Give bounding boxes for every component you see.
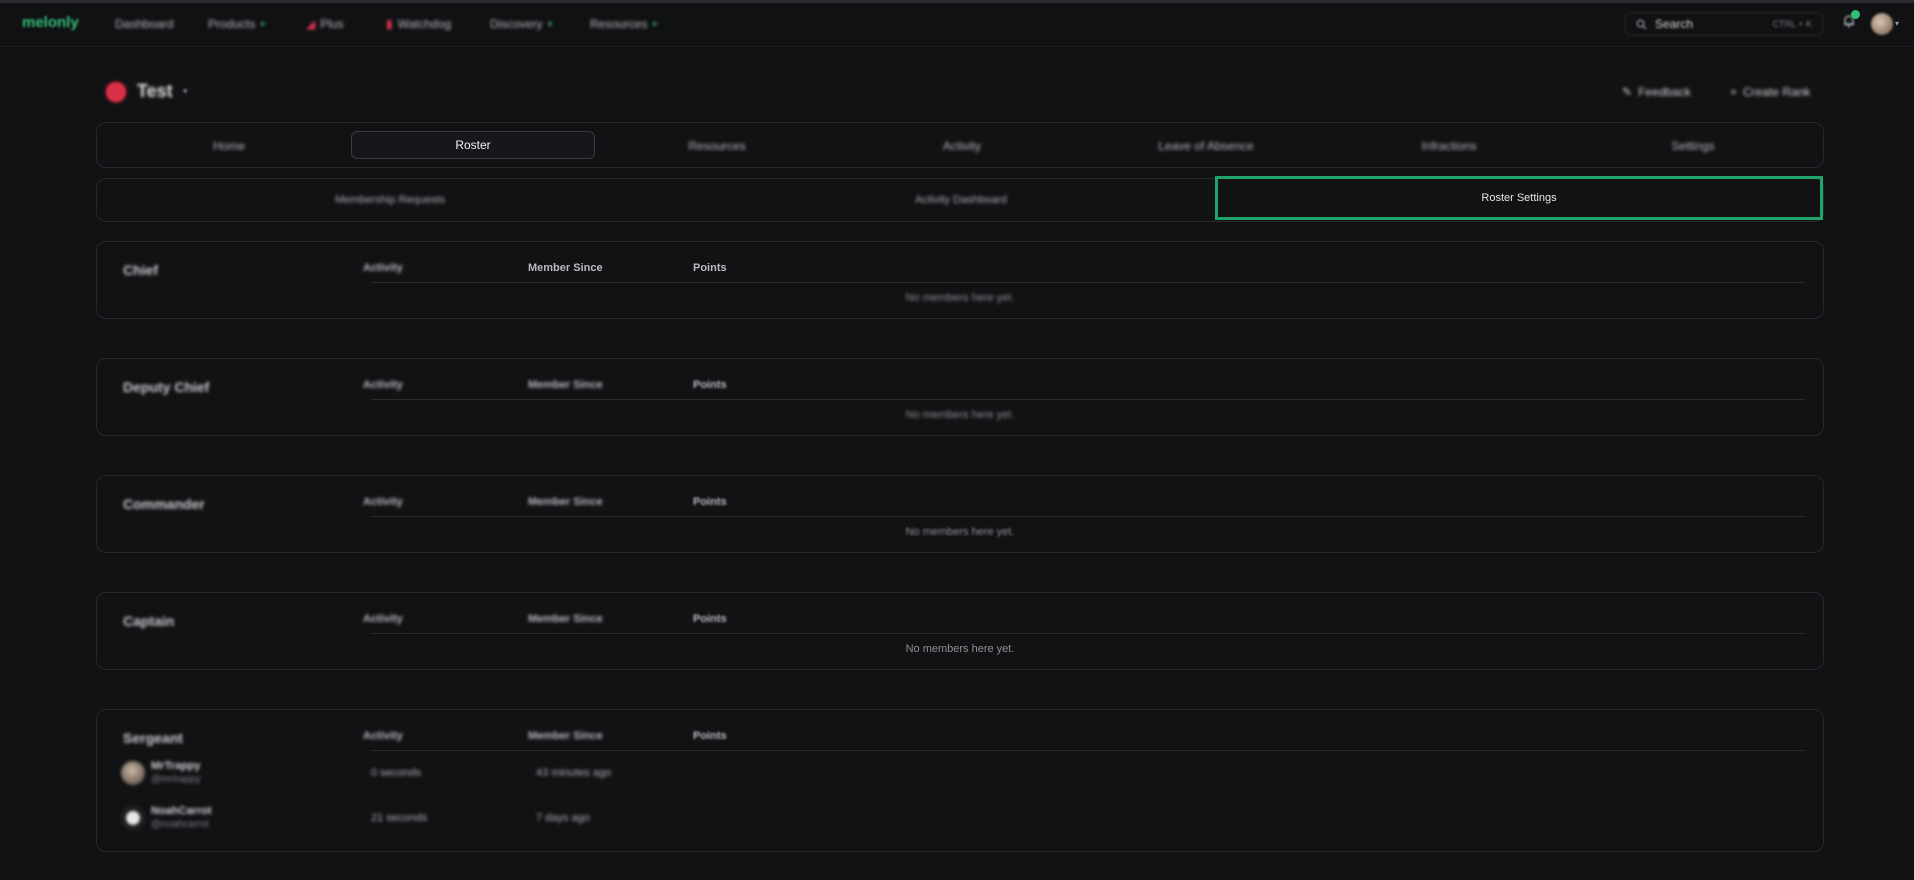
column-points: Points xyxy=(693,496,727,508)
create-rank-button[interactable]: + Create Rank xyxy=(1730,85,1810,99)
column-activity: Activity xyxy=(363,730,403,742)
member-row[interactable]: NoahCarrot @noahcarrot 21 seconds 7 days… xyxy=(121,801,821,837)
rank-card-chief: Chief Activity Member Since Points No me… xyxy=(96,241,1824,319)
rank-card-deputy-chief: Deputy Chief Activity Member Since Point… xyxy=(96,358,1824,436)
tab-settings[interactable]: Settings xyxy=(1613,139,1773,153)
empty-state: No members here yet. xyxy=(905,292,1015,304)
member-row[interactable]: MrTrappy @mrtrappy 0 seconds 43 minutes … xyxy=(121,756,821,792)
nav-dashboard[interactable]: Dashboard xyxy=(115,17,174,31)
member-name: MrTrappy xyxy=(151,760,201,772)
search-box[interactable]: Search CTRL + K xyxy=(1625,12,1823,36)
nav-resources[interactable]: Resources ▾ xyxy=(590,17,657,31)
column-activity: Activity xyxy=(363,496,403,508)
plus-badge-icon: ◢ xyxy=(306,17,316,31)
column-activity: Activity xyxy=(363,262,403,274)
column-member-since: Member Since xyxy=(528,730,603,742)
empty-state: No members here yet. xyxy=(905,526,1015,538)
rank-divider xyxy=(371,516,1805,517)
tab-resources[interactable]: Resources xyxy=(637,139,797,153)
member-avatar xyxy=(121,806,145,830)
member-since: 7 days ago xyxy=(536,812,590,824)
column-member-since: Member Since xyxy=(528,496,603,508)
empty-state: No members here yet. xyxy=(905,409,1015,421)
feedback-label: Feedback xyxy=(1638,85,1691,99)
rank-card-sergeant: Sergeant Activity Member Since Points Mr… xyxy=(96,709,1824,852)
rank-name: Deputy Chief xyxy=(123,379,210,395)
column-points: Points xyxy=(693,613,727,625)
rank-card-captain: Captain Activity Member Since Points No … xyxy=(96,592,1824,670)
tab-activity[interactable]: Activity xyxy=(882,139,1042,153)
group-avatar xyxy=(104,80,128,104)
chevron-down-icon: ▾ xyxy=(260,18,265,29)
chevron-down-icon[interactable]: ▾ xyxy=(183,86,188,97)
column-member-since: Member Since xyxy=(528,379,603,391)
member-since: 43 minutes ago xyxy=(536,767,612,779)
member-name: NoahCarrot xyxy=(151,805,212,817)
rank-card-commander: Commander Activity Member Since Points N… xyxy=(96,475,1824,553)
top-edge-line xyxy=(0,0,1914,3)
sub-tabs: Membership Requests Activity Dashboard R… xyxy=(96,176,1824,222)
nav-label: Watchdog xyxy=(397,17,452,31)
nav-watchdog[interactable]: ▮ Watchdog xyxy=(386,17,451,31)
user-avatar[interactable] xyxy=(1871,13,1893,35)
tab-leave-of-absence[interactable]: Leave of Absence xyxy=(1126,139,1286,153)
column-activity: Activity xyxy=(363,613,403,625)
rank-divider xyxy=(371,399,1805,400)
rank-name: Captain xyxy=(123,613,175,629)
member-activity: 21 seconds xyxy=(371,812,428,824)
column-member-since: Member Since xyxy=(528,613,603,625)
plus-icon: + xyxy=(1730,85,1738,99)
chevron-down-icon: ▾ xyxy=(547,18,553,29)
nav-label: Plus xyxy=(320,17,344,31)
watchdog-icon: ▮ xyxy=(386,17,393,31)
column-points: Points xyxy=(693,379,727,391)
subtab-roster-settings[interactable]: Roster Settings xyxy=(1215,176,1823,220)
rank-divider xyxy=(371,633,1805,634)
group-name[interactable]: Test xyxy=(137,81,173,102)
nav-label: Products xyxy=(208,17,256,31)
nav-products[interactable]: Products ▾ xyxy=(208,17,265,31)
tab-home[interactable]: Home xyxy=(149,139,309,153)
nav-plus[interactable]: ◢ Plus xyxy=(306,17,344,31)
member-avatar xyxy=(121,761,145,785)
member-handle: @mrtrappy xyxy=(151,774,201,785)
member-handle: @noahcarrot xyxy=(151,819,209,830)
tab-roster[interactable]: Roster xyxy=(351,131,595,159)
search-shortcut: CTRL + K xyxy=(1772,19,1812,29)
create-rank-label: Create Rank xyxy=(1743,85,1811,99)
feedback-button[interactable]: ✎ Feedback xyxy=(1622,85,1691,99)
column-activity: Activity xyxy=(363,379,403,391)
rank-name: Sergeant xyxy=(123,730,183,746)
rank-divider xyxy=(371,750,1805,751)
rank-divider xyxy=(371,282,1805,283)
subtab-membership-requests[interactable]: Membership Requests xyxy=(240,194,540,206)
subtab-activity-dashboard[interactable]: Activity Dashboard xyxy=(811,194,1111,206)
search-label: Search xyxy=(1655,17,1694,31)
chevron-down-icon[interactable]: ▾ xyxy=(1895,19,1899,28)
tab-infractions[interactable]: Infractions xyxy=(1369,139,1529,153)
top-navbar: melonly Dashboard Products ▾ ◢ Plus ▮ Wa… xyxy=(0,0,1914,47)
main-tabs: Home Roster Resources Activity Leave of … xyxy=(96,122,1824,168)
column-points: Points xyxy=(693,262,727,274)
nav-label: Resources xyxy=(590,17,648,31)
chevron-down-icon: ▾ xyxy=(652,18,657,29)
brand-logo[interactable]: melonly xyxy=(22,14,79,31)
notification-dot xyxy=(1851,10,1860,19)
column-member-since: Member Since xyxy=(528,262,603,274)
search-icon xyxy=(1636,19,1647,30)
rank-name: Commander xyxy=(123,496,205,512)
empty-state: No members here yet. xyxy=(905,643,1015,655)
column-points: Points xyxy=(693,730,727,742)
subtab-label: Roster Settings xyxy=(1481,192,1557,204)
rank-name: Chief xyxy=(123,262,158,278)
tab-label: Roster xyxy=(455,138,491,152)
feedback-icon: ✎ xyxy=(1622,85,1633,99)
member-activity: 0 seconds xyxy=(371,767,422,779)
nav-label: Discovery xyxy=(490,17,543,31)
nav-discovery[interactable]: Discovery ▾ xyxy=(490,17,552,31)
nav-label: Dashboard xyxy=(115,17,174,31)
